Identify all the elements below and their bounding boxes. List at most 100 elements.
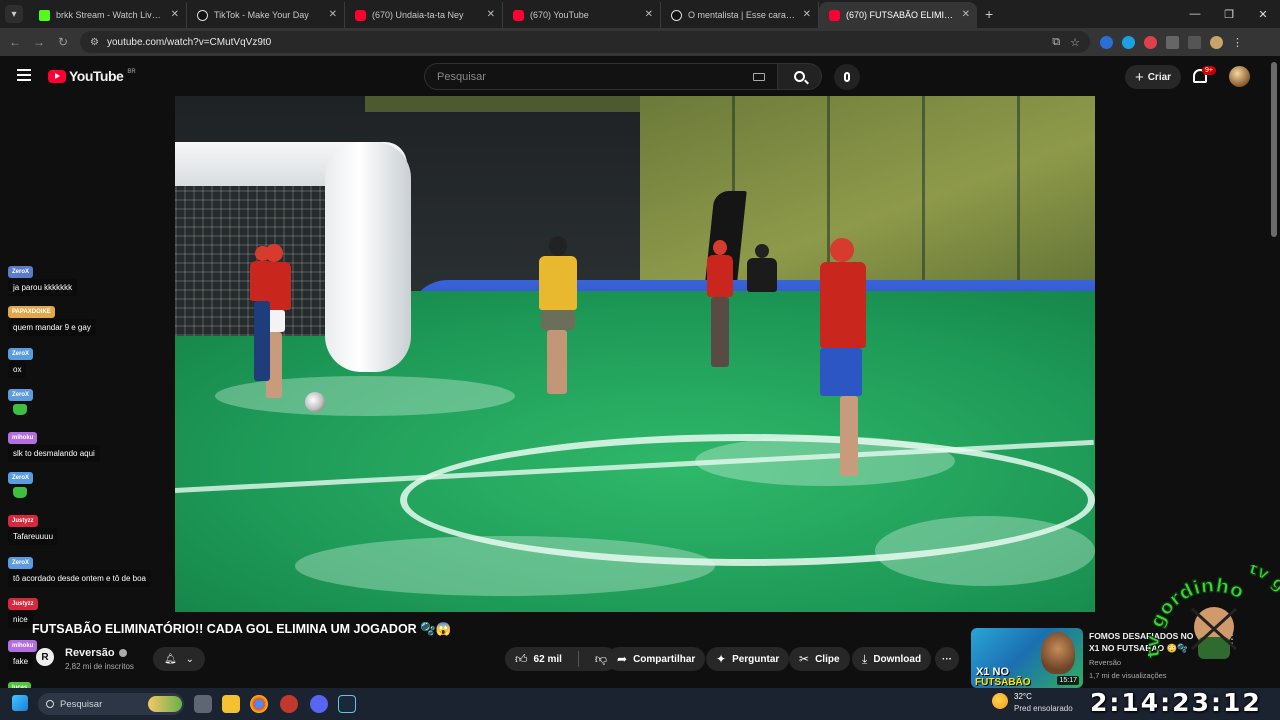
file-explorer-icon[interactable] <box>222 695 240 713</box>
extensions-puzzle-icon[interactable] <box>1166 35 1179 49</box>
search-button[interactable] <box>778 63 822 90</box>
discord-icon[interactable] <box>310 695 328 713</box>
search-icon <box>46 700 54 708</box>
taskbar-search[interactable]: Pesquisar <box>38 693 184 715</box>
keyboard-icon[interactable] <box>753 72 765 81</box>
close-icon[interactable]: ✕ <box>645 9 653 20</box>
reload-icon[interactable]: ↻ <box>56 35 70 49</box>
close-icon[interactable]: ✕ <box>329 9 337 20</box>
ask-button[interactable]: ✦ Perguntar <box>706 647 790 671</box>
clip-label: Clipe <box>815 653 840 665</box>
tab-label: O mentalista | Esse cara é muito <box>688 10 796 20</box>
kick-favicon-icon <box>39 9 50 21</box>
chat-text: Tafareuuuu <box>8 528 59 545</box>
bookmark-star-icon[interactable]: ☆ <box>1070 36 1080 49</box>
voice-search-button[interactable] <box>834 64 860 90</box>
chat-message: ZeroX <box>8 383 34 415</box>
weather-sun-icon <box>992 693 1008 709</box>
youtube-favicon-icon <box>355 9 366 21</box>
back-arrow-icon[interactable]: ← <box>8 35 22 49</box>
create-button[interactable]: + Criar <box>1125 65 1181 89</box>
page-scrollbar[interactable] <box>1271 62 1277 237</box>
chat-text: nice <box>8 611 33 628</box>
close-icon[interactable]: ✕ <box>487 9 495 20</box>
steam-icon[interactable] <box>338 695 356 713</box>
chat-message: mihoku slk to desmalando aqui <box>8 426 100 462</box>
tab-kick-stream[interactable]: brkk Stream - Watch Live o ✕ <box>29 2 187 28</box>
chat-username: PAPAXDOIKE <box>8 306 55 318</box>
recommended-thumbnail[interactable]: X1 NO FUTSABÃO 15:17 <box>971 628 1083 688</box>
chat-emote-icon <box>13 487 27 498</box>
youtube-logo[interactable]: YouTube BR <box>48 68 136 84</box>
like-button[interactable]: 👍︎ 62 mil <box>505 647 572 671</box>
video-player[interactable] <box>175 96 1095 612</box>
tab-label: (670) FUTSABÃO ELIMINAT <box>846 10 955 20</box>
tab-youtube-home[interactable]: (670) YouTube ✕ <box>503 2 661 28</box>
video-scene-cameraman <box>745 244 779 294</box>
channel-avatar[interactable]: R <box>36 648 54 666</box>
profile-avatar-icon[interactable] <box>1210 35 1223 49</box>
share-label: Compartilhar <box>633 653 696 665</box>
chat-text: tô acordado desde ontem e tô de boa <box>8 570 151 587</box>
chat-message: ZeroX ox <box>8 342 34 378</box>
video-scene-player <box>703 240 737 370</box>
tab-tiktok[interactable]: TikTok - Make Your Day ✕ <box>187 2 345 28</box>
search-input[interactable]: Pesquisar <box>424 63 778 90</box>
site-info-icon[interactable]: ⚙ <box>90 37 99 48</box>
like-dislike-group: 👍︎ 62 mil 👎︎ <box>505 647 618 671</box>
close-icon[interactable]: ✕ <box>171 9 179 20</box>
browser-menu-icon[interactable]: ⋮ <box>1232 36 1243 49</box>
tiktok-favicon-icon <box>197 9 208 21</box>
close-window-icon[interactable]: ✕ <box>1246 0 1280 28</box>
minimize-icon[interactable]: — <box>1178 0 1212 28</box>
reading-list-icon[interactable] <box>1188 35 1201 49</box>
maximize-icon[interactable]: ❐ <box>1212 0 1246 28</box>
weather-temperature: 32°C <box>1014 692 1032 701</box>
tab-label: (670) YouTube <box>530 10 589 20</box>
chat-emote-icon <box>13 404 27 415</box>
video-scene-player <box>533 236 583 396</box>
app-icon[interactable] <box>280 695 298 713</box>
microphone-icon <box>844 72 850 82</box>
cast-icon[interactable]: ⧉ <box>1052 36 1060 49</box>
account-avatar[interactable] <box>1229 66 1250 87</box>
chat-text: quem mandar 9 e gay <box>8 319 96 336</box>
tab-youtube-undaia[interactable]: (670) Undaia-ta-ta Ney ✕ <box>345 2 503 28</box>
tab-tiktok-mentalista[interactable]: O mentalista | Esse cara é muito ✕ <box>661 2 819 28</box>
forward-arrow-icon[interactable]: → <box>32 35 46 49</box>
chat-message: ZeroX tô acordado desde ontem e tô de boa <box>8 551 151 587</box>
create-label: Criar <box>1147 71 1172 83</box>
search-placeholder: Pesquisar <box>437 70 486 83</box>
verified-badge-icon <box>118 649 127 657</box>
extensions-area: ⋮ <box>1100 35 1243 49</box>
taskbar-search-label: Pesquisar <box>60 698 103 710</box>
start-icon[interactable] <box>12 695 28 711</box>
chrome-icon[interactable] <box>250 695 268 713</box>
extension-icon[interactable] <box>1100 35 1113 49</box>
close-icon[interactable]: ✕ <box>962 9 970 20</box>
video-scene-center-circle <box>400 434 1095 566</box>
extension-icon[interactable] <box>1122 35 1135 49</box>
menu-hamburger-icon[interactable] <box>17 69 31 81</box>
clip-button[interactable]: ✂ Clipe <box>789 647 850 671</box>
new-tab-button[interactable]: + <box>985 6 993 22</box>
extension-icon[interactable] <box>1144 35 1157 49</box>
recommended-channel[interactable]: Reversão <box>1089 658 1121 667</box>
chat-message: mihoku fake <box>8 634 38 670</box>
more-actions-button[interactable]: ··· <box>935 647 959 671</box>
thumbnail-text: FUTSABÃO <box>975 677 1031 688</box>
logo-region: BR <box>127 69 136 75</box>
channel-name-link[interactable]: Reversão <box>65 647 127 659</box>
tab-youtube-futsabao[interactable]: (670) FUTSABÃO ELIMINAT ✕ <box>819 2 977 28</box>
download-button[interactable]: ⤓ Download <box>852 647 932 671</box>
share-button[interactable]: ➦ Compartilhar <box>607 647 706 671</box>
chat-message: Justyzz Tafareuuuu <box>8 509 59 545</box>
subscription-notifications-button[interactable]: 🔔︎ ⌄ <box>153 647 205 671</box>
tab-label: (670) Undaia-ta-ta Ney <box>372 10 464 20</box>
address-bar[interactable]: ⚙ youtube.com/watch?v=CMutVqVz9t0 ⧉ ☆ <box>80 31 1090 53</box>
close-icon[interactable]: ✕ <box>803 9 811 20</box>
channel-name: Reversão <box>65 647 115 659</box>
task-view-icon[interactable] <box>194 695 212 713</box>
chat-username: mihoku <box>8 432 38 444</box>
tab-search-menu[interactable]: ▾ <box>5 5 23 23</box>
